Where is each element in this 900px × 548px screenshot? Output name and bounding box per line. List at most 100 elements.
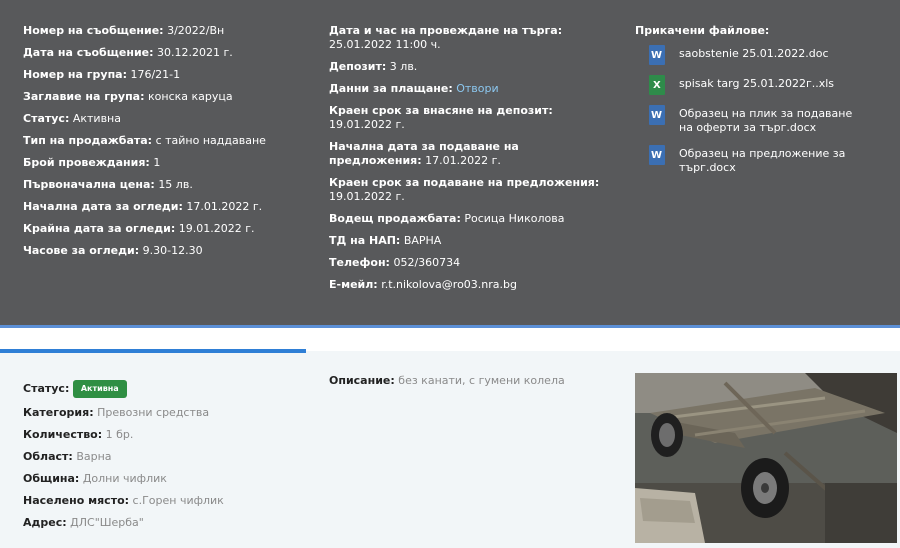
field-label: Заглавие на група: [23,90,145,103]
field-value: 176/21-1 [130,68,181,81]
info-row-deposit-deadline: Краен срок за внасяне на депозит: 19.01.2… [329,104,619,132]
file-link[interactable]: saobstenie 25.01.2022.doc [635,45,897,65]
item-row-quantity: Количество: 1 бр. [23,428,313,442]
info-row-viewing-end: Крайна дата за огледи: 19.01.2022 г. [23,222,313,236]
info-row-payment: Данни за плащане: Отвори [329,82,619,96]
field-label: Първоначална цена: [23,178,155,191]
field-value: конска каруца [148,90,233,103]
file-name[interactable]: spisak targ 25.01.2022г..xls [679,77,834,90]
info-row-runs-count: Брой провеждания: 1 [23,156,313,170]
info-row-phone: Телефон: 052/360734 [329,256,619,270]
item-row-settlement: Населено място: с.Горен чифлик [23,494,313,508]
field-label: Категория: [23,406,94,419]
info-row-message-date: Дата на съобщение: 30.12.2021 г. [23,46,313,60]
field-value: с.Горен чифлик [132,494,224,507]
item-tab-indicator[interactable] [0,349,306,353]
info-row-viewing-hours: Часове за огледи: 9.30-12.30 [23,244,313,258]
info-row-initial-price: Първоначална цена: 15 лв. [23,178,313,192]
info-row-group-title: Заглавие на група: конска каруца [23,90,313,104]
item-details-column: Статус: Активна Категория: Превозни сред… [23,380,313,538]
status-badge: Активна [72,380,127,398]
info-row-offers-start: Начална дата за подаване на предложения:… [329,140,529,168]
info-row-tax-office: ТД на НАП: ВАРНА [329,234,619,248]
field-value: 3 лв. [389,60,418,73]
file-link[interactable]: Образец на предложение за търг.docx [635,145,897,175]
general-info-column: Номер на съобщение: 3/2022/Вн Дата на съ… [23,24,313,266]
file-name[interactable]: Образец на плик за подаване на оферти за… [679,107,852,134]
excel-xls-icon [649,75,665,95]
field-label: Телефон: [329,256,390,269]
field-label: Тип на продажбата: [23,134,153,147]
field-label: Начална дата за огледи: [23,200,183,213]
field-label: Номер на съобщение: [23,24,164,37]
field-value: 17.01.2022 г. [425,154,501,167]
item-row-region: Област: Варна [23,450,313,464]
field-value: 30.12.2021 г. [157,46,233,59]
field-value: r.t.nikolova@ro03.nra.bg [381,278,517,291]
item-row-category: Категория: Превозни средства [23,406,313,420]
field-value: без канати, с гумени колела [398,374,565,387]
field-label: Община: [23,472,80,485]
field-label: Депозит: [329,60,387,73]
item-row-description: Описание: без канати, с гумени колела [329,374,619,388]
info-row-sale-type: Тип на продажбата: с тайно наддаване [23,134,313,148]
info-row-sale-lead: Водещ продажбата: Росица Николова [329,212,619,226]
field-label: Адрес: [23,516,67,529]
field-label: Данни за плащане: [329,82,453,95]
info-row-offers-deadline: Краен срок за подаване на предложения: 19… [329,176,619,204]
field-value: 19.01.2022 г. [329,118,405,131]
word-doc-icon [649,105,665,125]
field-value: Активна [72,112,121,125]
field-value: Превозни средства [97,406,210,419]
word-doc-icon [649,145,665,165]
field-label: Часове за огледи: [23,244,140,257]
field-value: ВАРНА [403,234,442,247]
field-value: 15 лв. [158,178,193,191]
field-label: Номер на група: [23,68,127,81]
auction-details-column: Дата и час на провеждане на търга: 25.01.… [329,24,619,300]
field-label: ТД на НАП: [329,234,401,247]
info-row-deposit: Депозит: 3 лв. [329,60,619,74]
item-description-column: Описание: без канати, с гумени колела [329,374,619,396]
file-link[interactable]: spisak targ 25.01.2022г..xls [635,75,897,95]
field-value: 19.01.2022 г. [329,190,405,203]
field-value: Росица Николова [464,212,565,225]
field-label: Количество: [23,428,103,441]
panel-divider [0,325,900,328]
field-value: 19.01.2022 г. [178,222,255,235]
field-label: Краен срок за подаване на предложения: [329,176,600,189]
field-label: Брой провеждания: [23,156,150,169]
attached-files-column: Прикачени файлове: saobstenie 25.01.2022… [635,24,897,187]
field-label: Област: [23,450,73,463]
info-row-email: E-мейл: r.t.nikolova@ro03.nra.bg [329,278,619,292]
payment-open-link[interactable]: Отвори [456,82,498,95]
info-row-auction-datetime: Дата и час на провеждане на търга: 25.01.… [329,24,619,52]
field-value: 1 бр. [105,428,134,441]
item-row-status: Статус: Активна [23,380,313,398]
field-label: Статус: [23,382,70,395]
field-label: E-мейл: [329,278,378,291]
field-value: ДЛС"Шерба" [70,516,144,529]
info-row-viewing-start: Начална дата за огледи: 17.01.2022 г. [23,200,313,214]
field-value: 3/2022/Вн [167,24,225,37]
field-label: Дата на съобщение: [23,46,154,59]
item-photo[interactable] [635,373,897,543]
field-value: 1 [153,156,161,169]
attached-files-title: Прикачени файлове: [635,24,770,37]
file-name[interactable]: saobstenie 25.01.2022.doc [679,47,829,60]
field-label: Населено място: [23,494,130,507]
field-label: Описание: [329,374,395,387]
info-row-status: Статус: Активна [23,112,313,126]
field-value: 052/360734 [393,256,461,269]
file-link[interactable]: Образец на плик за подаване на оферти за… [635,105,869,135]
field-value: 17.01.2022 г. [186,200,263,213]
file-name[interactable]: Образец на предложение за търг.docx [679,147,845,174]
auction-info-panel: Номер на съобщение: 3/2022/Вн Дата на съ… [0,0,900,325]
cart-photo-illustration [635,373,897,543]
info-row-message-number: Номер на съобщение: 3/2022/Вн [23,24,313,38]
field-value: с тайно наддаване [155,134,266,147]
field-label: Дата и час на провеждане на търга: [329,24,563,37]
field-label: Статус: [23,112,70,125]
item-row-municipality: Община: Долни чифлик [23,472,313,486]
item-row-address: Адрес: ДЛС"Шерба" [23,516,313,530]
